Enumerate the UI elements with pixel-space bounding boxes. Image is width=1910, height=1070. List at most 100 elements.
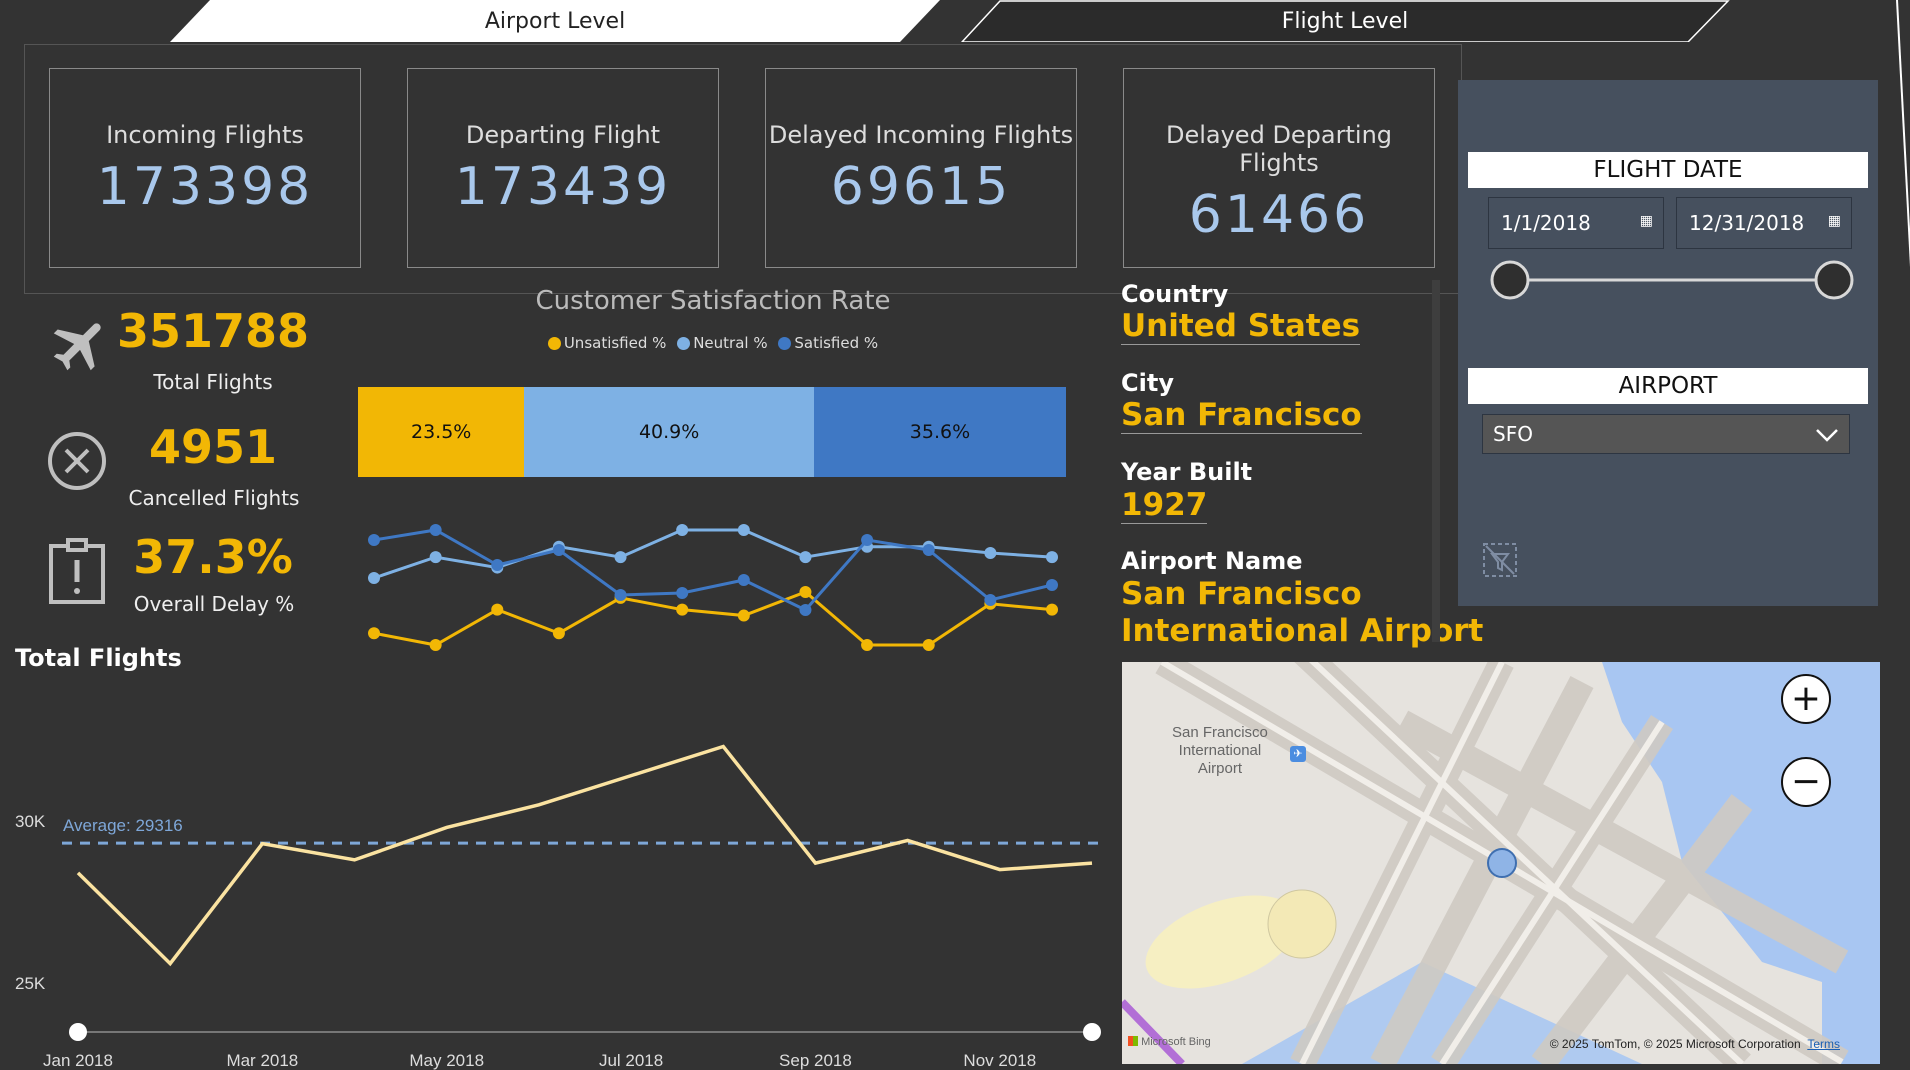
data-point-neutral[interactable] xyxy=(429,551,442,564)
data-point-satisfied[interactable] xyxy=(1046,579,1058,591)
legend-item-neutral[interactable]: Neutral % xyxy=(677,334,768,352)
city-value: San Francisco xyxy=(1121,397,1362,434)
y-tick-label: 30K xyxy=(15,812,46,831)
total-flights-chart-title: Total Flights xyxy=(15,644,182,672)
tab-airport-level[interactable]: Airport Level xyxy=(170,0,940,42)
x-tick-label: Nov 2018 xyxy=(963,1051,1036,1070)
page-edge xyxy=(1896,0,1910,1070)
year-built-value: 1927 xyxy=(1121,487,1208,524)
x-tick-label: Mar 2018 xyxy=(226,1051,298,1070)
airport-icon: ✈ xyxy=(1290,746,1306,762)
end-date-value: 12/31/2018 xyxy=(1689,211,1805,235)
total-flights-chart: 30K 25K Average: 29316 Jan 2018 Mar 2018 May … xyxy=(15,744,1105,1070)
data-point-neutral[interactable] xyxy=(984,546,997,559)
data-point-satisfied[interactable] xyxy=(737,574,750,586)
data-point-satisfied[interactable] xyxy=(368,534,380,546)
data-point-satisfied[interactable] xyxy=(676,587,689,599)
minus-icon: − xyxy=(1790,761,1822,802)
bar-segment-unsatisfied[interactable]: 23.5% xyxy=(358,387,525,477)
airport-title: AIRPORT xyxy=(1468,368,1868,404)
segment-label: 40.9% xyxy=(638,421,700,443)
kpi-value: 61466 xyxy=(1188,185,1370,245)
x-tick-label: Sep 2018 xyxy=(779,1051,852,1070)
calendar-icon[interactable]: ▦ xyxy=(1640,213,1653,229)
data-point-unsatisfied[interactable] xyxy=(861,639,874,651)
clear-filter-icon[interactable] xyxy=(1480,540,1520,580)
map-canvas xyxy=(1122,662,1880,1064)
data-point-unsatisfied[interactable] xyxy=(799,586,812,598)
data-point-unsatisfied[interactable] xyxy=(1046,603,1058,616)
x-tick-label: Jan 2018 xyxy=(43,1051,113,1070)
data-point-unsatisfied[interactable] xyxy=(429,639,442,651)
kpi-label: Incoming Flights xyxy=(106,121,304,149)
data-point-neutral[interactable] xyxy=(737,524,750,536)
data-point-unsatisfied[interactable] xyxy=(552,627,565,640)
range-handle-end[interactable] xyxy=(1083,1023,1101,1041)
legend-item-unsatisfied[interactable]: Unsatisfied % xyxy=(547,334,666,352)
legend-item-satisfied[interactable]: Satisfied % xyxy=(778,334,878,352)
zoom-out-button[interactable]: − xyxy=(1781,757,1831,807)
tab-flight-level[interactable]: Flight Level xyxy=(960,0,1730,42)
data-point-neutral[interactable] xyxy=(614,551,627,564)
airport-dropdown[interactable]: SFO xyxy=(1482,414,1850,454)
satisfaction-title: Customer Satisfaction Rate xyxy=(535,286,891,316)
kpi-value: 69615 xyxy=(830,157,1012,217)
kpi-value: 173398 xyxy=(96,157,314,217)
data-point-unsatisfied[interactable] xyxy=(368,627,380,640)
info-scrollbar[interactable] xyxy=(1432,280,1440,642)
map-place-line: International xyxy=(1178,742,1262,759)
data-point-satisfied[interactable] xyxy=(552,544,565,556)
data-point-satisfied[interactable] xyxy=(861,534,874,546)
data-point-neutral[interactable] xyxy=(676,524,689,536)
data-point-satisfied[interactable] xyxy=(922,544,935,556)
chevron-down-icon xyxy=(1816,429,1838,442)
slider-handle-start[interactable] xyxy=(1490,260,1530,300)
range-handle-start[interactable] xyxy=(69,1023,87,1041)
data-point-unsatisfied[interactable] xyxy=(922,639,935,651)
start-date-input[interactable]: 1/1/2018 ▦ xyxy=(1488,197,1664,249)
data-point-satisfied[interactable] xyxy=(799,604,812,616)
legend-label: Neutral % xyxy=(693,334,768,352)
data-point-satisfied[interactable] xyxy=(491,559,504,571)
segment-label: 35.6% xyxy=(909,421,971,443)
airport-name-line2: International Airport xyxy=(1121,613,1484,649)
overall-delay-value: 37.3% xyxy=(133,530,293,584)
kpi-departing-flight: Departing Flight 173439 xyxy=(407,68,719,268)
data-point-satisfied[interactable] xyxy=(614,589,627,601)
data-point-neutral[interactable] xyxy=(799,551,812,564)
satisfaction-stacked-bar: 23.5% 40.9% 35.6% xyxy=(358,387,1066,477)
data-point-neutral[interactable] xyxy=(368,572,380,584)
bar-segment-neutral[interactable]: 40.9% xyxy=(524,387,814,477)
airplane-icon xyxy=(53,323,101,371)
data-point-unsatisfied[interactable] xyxy=(491,603,504,616)
legend-dot xyxy=(677,337,691,350)
calendar-icon[interactable]: ▦ xyxy=(1828,213,1841,229)
zoom-in-button[interactable]: + xyxy=(1781,674,1831,724)
x-tick-label: May 2018 xyxy=(409,1051,484,1070)
data-point-satisfied[interactable] xyxy=(429,524,442,536)
copyright-text: © 2025 TomTom, © 2025 Microsoft Corporat… xyxy=(1549,1037,1801,1051)
terms-link[interactable]: Terms xyxy=(1807,1037,1840,1051)
tab-airport-label: Airport Level xyxy=(484,8,626,34)
alert-clipboard-icon xyxy=(49,538,105,604)
airport-map[interactable]: San Francisco International Airport ✈ Mi… xyxy=(1122,662,1880,1064)
airport-name-line1: San Francisco xyxy=(1121,576,1362,612)
data-point-satisfied[interactable] xyxy=(984,594,997,606)
data-point-unsatisfied[interactable] xyxy=(737,609,750,622)
total-flights-line[interactable] xyxy=(76,744,1093,967)
airport-selected-value: SFO xyxy=(1493,422,1533,446)
end-date-input[interactable]: 12/31/2018 ▦ xyxy=(1676,197,1852,249)
airport-location-marker[interactable] xyxy=(1487,848,1517,878)
legend-dot xyxy=(778,337,792,350)
kpi-incoming-flights: Incoming Flights 173398 xyxy=(49,68,361,268)
cancel-circle-icon xyxy=(48,432,106,490)
data-point-unsatisfied[interactable] xyxy=(676,603,689,616)
slider-handle-end[interactable] xyxy=(1814,260,1854,300)
bing-brand-text: Microsoft Bing xyxy=(1141,1036,1211,1048)
kpi-label: Departing Flight xyxy=(465,121,661,149)
bar-segment-satisfied[interactable]: 35.6% xyxy=(813,387,1066,477)
average-label: Average: 29316 xyxy=(63,816,183,835)
total-flights-label: Total Flights xyxy=(153,370,273,394)
date-range-slider[interactable] xyxy=(1490,258,1860,302)
data-point-neutral[interactable] xyxy=(1046,551,1058,564)
